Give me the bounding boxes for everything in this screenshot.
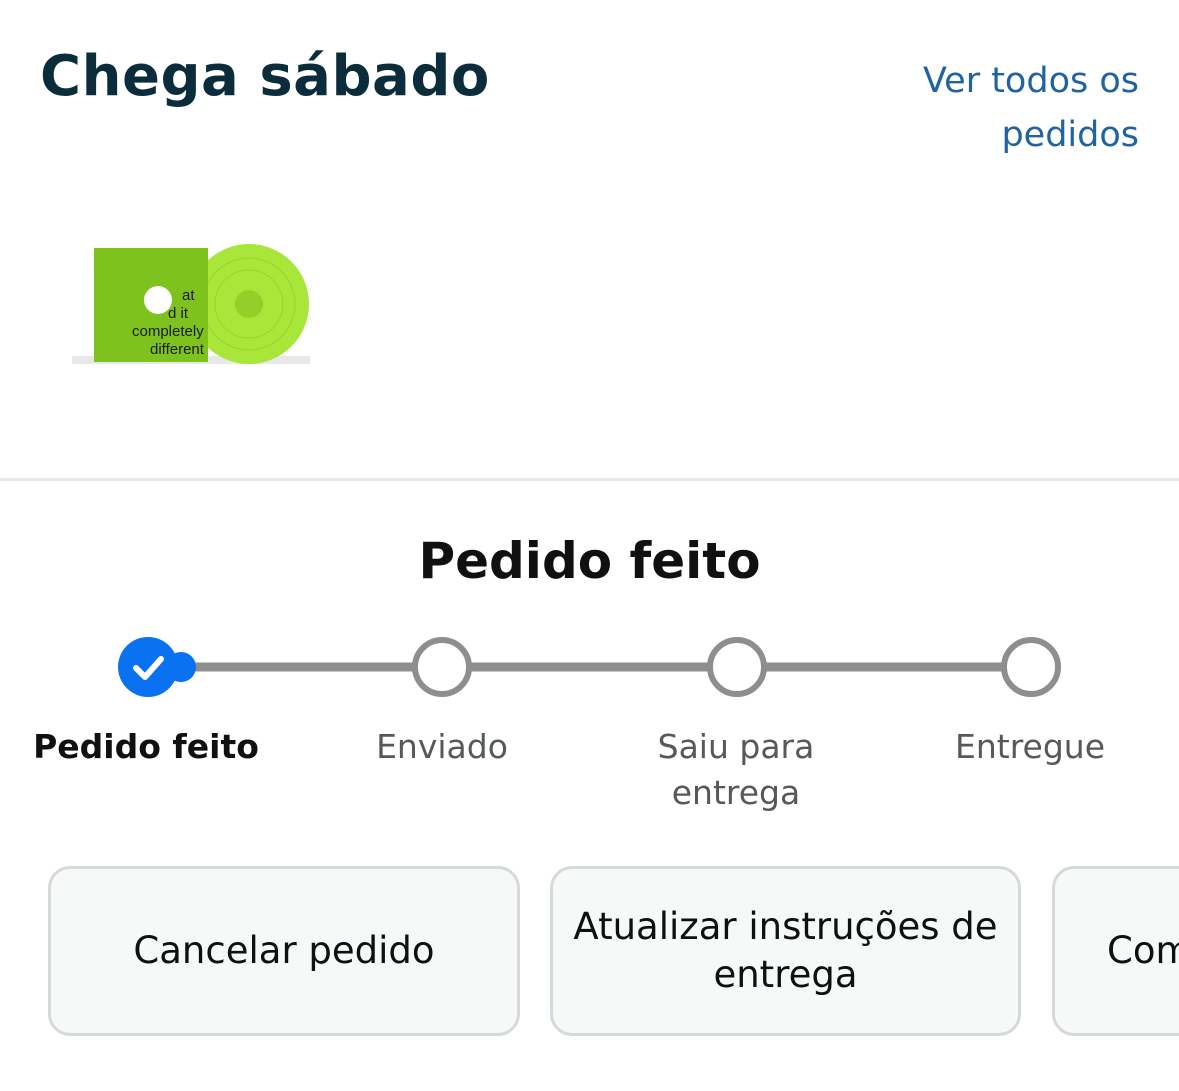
step-label-delivered: Entregue (954, 727, 1105, 766)
order-status-heading: Pedido feito (418, 532, 761, 590)
svg-text:d it: d it (168, 305, 189, 322)
svg-text:at: at (182, 287, 195, 304)
step-pending-indicator-shipped (412, 637, 472, 697)
step-label-ordered: Pedido feito (33, 727, 259, 766)
svg-text:completely: completely (132, 323, 204, 340)
vinyl-record-icon: at d it completely different (72, 244, 310, 364)
step-label-shipped: Enviado (376, 727, 508, 766)
step-pending-indicator-out-for-delivery (707, 637, 767, 697)
product-thumbnail[interactable]: at d it completely different (72, 238, 312, 368)
progress-fill-knob (166, 652, 196, 682)
step-pending-indicator-delivered (1001, 637, 1061, 697)
step-label-out-for-delivery: Saiu para entrega (657, 727, 815, 812)
section-divider (0, 478, 1179, 481)
update-delivery-instructions-button[interactable]: Atualizar instruções de entrega (550, 866, 1021, 1036)
svg-text:different: different (150, 341, 205, 358)
order-progress-tracker (118, 637, 1061, 697)
more-actions-button[interactable]: Com (1052, 866, 1179, 1036)
cancel-order-button[interactable]: Cancelar pedido (48, 866, 520, 1036)
view-all-orders-link[interactable]: Ver todos os pedidos (879, 54, 1139, 162)
page-title: Chega sábado (40, 44, 490, 109)
